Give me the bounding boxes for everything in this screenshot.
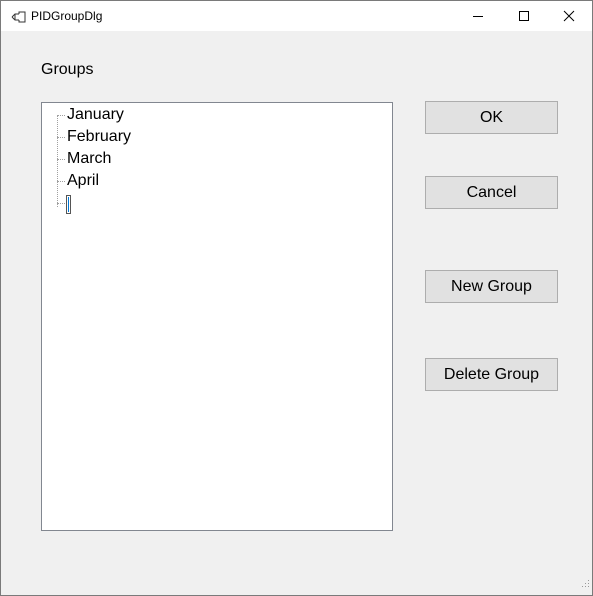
tree-item-label: March (67, 150, 112, 167)
resize-grip-icon[interactable] (580, 575, 590, 593)
text-caret (68, 197, 69, 212)
groups-tree[interactable]: January February March April (41, 102, 393, 531)
tree-item-label: February (67, 128, 132, 145)
maximize-icon (519, 11, 529, 21)
tree-item-label: April (67, 172, 100, 189)
tree-item-label: January (67, 106, 124, 123)
minimize-icon (473, 16, 483, 17)
ok-button[interactable]: OK (425, 101, 558, 134)
new-group-button[interactable]: New Group (425, 270, 558, 303)
tree-connector-line (57, 115, 58, 207)
groups-label: Groups (41, 61, 94, 78)
tree-label-edit-input[interactable] (66, 195, 71, 214)
minimize-button[interactable] (455, 1, 501, 31)
close-icon (563, 10, 575, 22)
delete-group-button[interactable]: Delete Group (425, 358, 558, 391)
maximize-button[interactable] (501, 1, 547, 31)
window-title: PIDGroupDlg (31, 9, 103, 23)
app-icon (11, 10, 27, 23)
cancel-button[interactable]: Cancel (425, 176, 558, 209)
title-bar[interactable]: PIDGroupDlg (1, 1, 592, 31)
close-button[interactable] (546, 1, 592, 31)
pid-group-dialog: PIDGroupDlg Groups January February Marc… (0, 0, 593, 596)
